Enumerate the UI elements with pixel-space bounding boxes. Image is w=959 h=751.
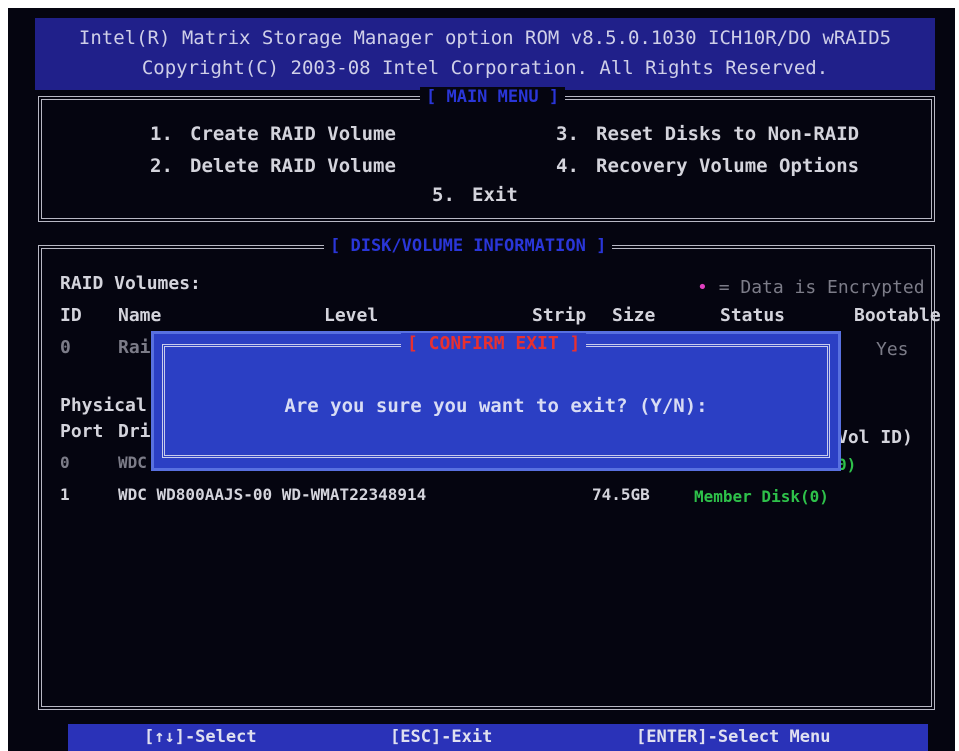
disk-model-cell: WDC <box>118 453 147 472</box>
disk-size-cell: 74.5GB <box>592 485 650 504</box>
rom-version-text: Intel(R) Matrix Storage Manager option R… <box>78 27 892 49</box>
menu-item-number: 5. <box>432 184 455 206</box>
menu-item-create-raid-volume[interactable]: 1. Create RAID Volume <box>150 123 396 145</box>
main-menu-panel: [ MAIN MENU ] 1. Create RAID Volume 2. Del… <box>38 87 935 222</box>
disk-volume-info-panel: [ DISK/VOLUME INFORMATION ] RAID Volumes… <box>38 236 941 710</box>
menu-item-number: 4. <box>556 155 579 177</box>
esc-exit-key-hint: [ESC]-Exit <box>390 727 493 747</box>
volume-id-cell: 0 <box>60 337 71 358</box>
col-header-name: Name <box>118 305 162 326</box>
disk-status-cell: Member Disk(0) <box>694 487 829 506</box>
confirm-exit-prompt[interactable]: Are you sure you want to exit? (Y/N): <box>165 395 827 417</box>
rom-header: Intel(R) Matrix Storage Manager option R… <box>35 18 935 90</box>
menu-item-label: Recovery Volume Options <box>596 155 860 177</box>
disk-volume-info-title: [ DISK/VOLUME INFORMATION ] <box>324 236 613 256</box>
menu-item-number: 2. <box>150 155 173 177</box>
volume-bootable-cell: Yes <box>876 339 909 360</box>
disk-port-cell: 0 <box>60 453 70 472</box>
encrypted-marker-icon: • <box>697 277 708 298</box>
col-header-bootable: Bootable <box>854 305 941 326</box>
col-header-status: Status <box>720 305 786 326</box>
raid-volumes-label: RAID Volumes: <box>60 273 201 294</box>
confirm-exit-dialog-frame: [ CONFIRM EXIT ] Are you sure you want t… <box>162 333 830 458</box>
enter-select-menu-key-hint: [ENTER]-Select Menu <box>636 727 831 747</box>
menu-item-label: Create RAID Volume <box>190 123 396 145</box>
confirm-exit-dialog[interactable]: [ CONFIRM EXIT ] Are you sure you want t… <box>151 331 841 471</box>
main-menu-title: [ MAIN MENU ] <box>420 87 566 107</box>
menu-item-label: Reset Disks to Non-RAID <box>596 123 860 145</box>
encrypted-legend-text: = Data is Encrypted <box>718 277 925 298</box>
disk-model-cell: WDC WD800AAJS-00 WD-WMAT22348914 <box>118 485 427 504</box>
col-header-drive-model: Dri <box>118 421 151 442</box>
col-header-level: Level <box>324 305 379 326</box>
col-header-strip: Strip <box>532 305 587 326</box>
menu-item-delete-raid-volume[interactable]: 2. Delete RAID Volume <box>150 155 396 177</box>
col-header-vol-id: Vol ID) <box>837 427 913 448</box>
volume-name-cell: Rai <box>118 337 151 358</box>
menu-item-recovery-volume-options[interactable]: 4. Recovery Volume Options <box>556 155 859 177</box>
col-header-port: Port <box>60 421 104 442</box>
bios-screen: Intel(R) Matrix Storage Manager option R… <box>8 8 955 751</box>
copyright-text: Copyright(C) 2003-08 Intel Corporation. … <box>141 57 829 79</box>
menu-item-number: 1. <box>150 123 173 145</box>
disk-port-cell: 1 <box>60 485 70 504</box>
confirm-exit-title: [ CONFIRM EXIT ] <box>401 333 587 354</box>
key-help-bar: [↑↓]-Select [ESC]-Exit [ENTER]-Select Me… <box>68 724 928 751</box>
menu-item-number: 3. <box>556 123 579 145</box>
menu-item-label: Exit <box>472 184 518 206</box>
select-key-hint: [↑↓]-Select <box>144 727 257 747</box>
menu-item-label: Delete RAID Volume <box>190 155 396 177</box>
encrypted-legend: • = Data is Encrypted <box>697 277 925 298</box>
col-header-id: ID <box>60 305 82 326</box>
physical-disks-label: Physical <box>60 395 147 416</box>
col-header-size: Size <box>612 305 656 326</box>
menu-item-reset-disks[interactable]: 3. Reset Disks to Non-RAID <box>556 123 859 145</box>
menu-item-exit[interactable]: 5. Exit <box>432 184 518 206</box>
